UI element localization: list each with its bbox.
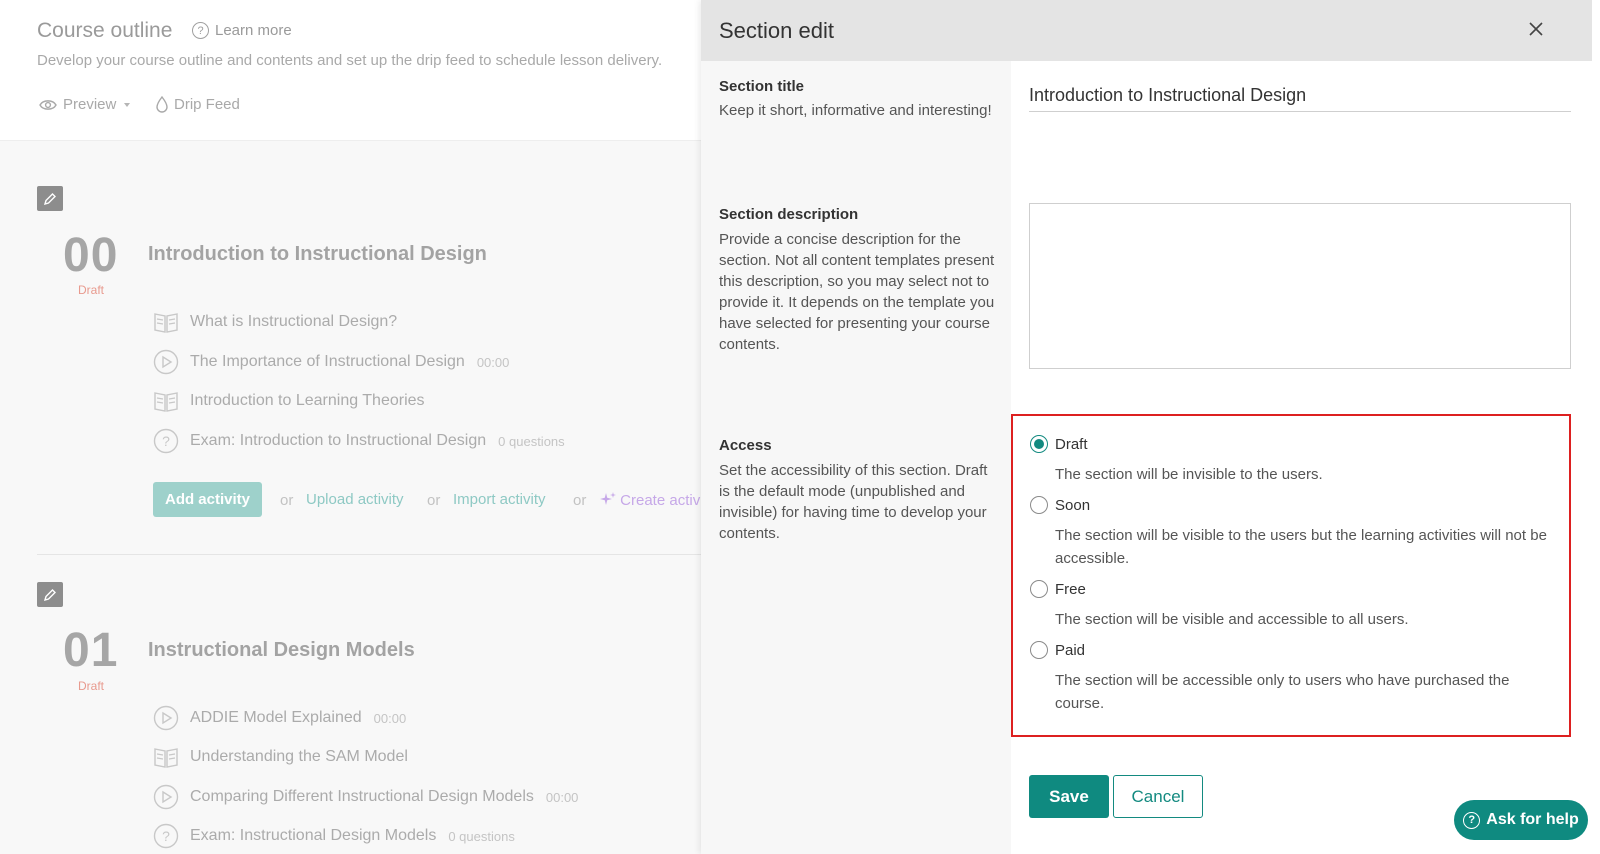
ask-for-help-button[interactable]: ? Ask for help: [1454, 800, 1588, 840]
book-icon: [152, 308, 180, 336]
activity-title: The Importance of Instructional Design: [190, 353, 465, 370]
panel-title: Section edit: [719, 18, 834, 43]
preview-label: Preview: [63, 96, 117, 113]
access-label: Access: [719, 437, 772, 454]
edit-section-icon[interactable]: [37, 186, 63, 211]
drip-feed-button[interactable]: Drip Feed: [156, 96, 240, 113]
close-icon: [1529, 22, 1543, 36]
radio-soon[interactable]: [1030, 496, 1048, 514]
upload-activity-link[interactable]: Upload activity: [306, 491, 404, 508]
activity-title: Understanding the SAM Model: [190, 748, 408, 765]
access-option-draft[interactable]: Draft: [1030, 435, 1088, 453]
activity-title: Introduction to Learning Theories: [190, 392, 425, 409]
question-icon: ?: [192, 22, 209, 39]
activity-title: Comparing Different Instructional Design…: [190, 788, 534, 805]
drip-feed-label: Drip Feed: [174, 96, 240, 113]
cancel-button[interactable]: Cancel: [1113, 775, 1203, 818]
section-title-label: Section title: [719, 78, 805, 95]
sparkle-icon: [600, 492, 616, 505]
question-icon: ?: [152, 822, 180, 850]
svg-text:?: ?: [162, 828, 170, 844]
section-status: Draft: [78, 679, 105, 693]
activity-item[interactable]: Understanding the SAM Model: [152, 743, 408, 771]
section-divider: [37, 554, 701, 555]
activity-item[interactable]: ? Exam: Introduction to Instructional De…: [152, 427, 565, 455]
panel-labels-column: [701, 61, 1011, 854]
or-separator: or: [280, 492, 294, 509]
access-option-free[interactable]: Free: [1030, 580, 1086, 598]
access-help: Set the accessibility of this section. D…: [719, 462, 988, 542]
book-icon: [152, 743, 180, 771]
access-option-soon[interactable]: Soon: [1030, 496, 1090, 514]
section-number: 01: [63, 624, 119, 677]
page-title: Course outline: [37, 19, 173, 42]
section-number: 00: [63, 229, 119, 282]
add-activity-button[interactable]: Add activity: [153, 482, 262, 517]
help-icon: ?: [1463, 811, 1481, 829]
ask-for-help-label: Ask for help: [1486, 811, 1579, 828]
save-button[interactable]: Save: [1029, 775, 1109, 818]
access-option-desc: The section will be visible to the users…: [1055, 527, 1547, 567]
radio-free[interactable]: [1030, 580, 1048, 598]
page-subtitle: Develop your course outline and contents…: [37, 52, 663, 69]
scrollbar[interactable]: [1592, 0, 1600, 854]
activity-item[interactable]: What is Instructional Design?: [152, 308, 397, 336]
question-icon: ?: [152, 427, 180, 455]
access-option-label: Draft: [1055, 435, 1088, 453]
radio-draft[interactable]: [1030, 435, 1048, 453]
section-description-input[interactable]: [1029, 203, 1571, 369]
access-option-desc: The section will be invisible to the use…: [1055, 466, 1323, 483]
create-activity-label: Create activi: [620, 492, 704, 509]
access-option-desc: The section will be accessible only to u…: [1055, 672, 1510, 712]
play-icon: [152, 783, 180, 811]
preview-button[interactable]: Preview: [39, 96, 132, 113]
activity-item[interactable]: Introduction to Learning Theories: [152, 387, 425, 415]
activity-title: What is Instructional Design?: [190, 313, 398, 330]
section-title[interactable]: Instructional Design Models: [148, 639, 415, 662]
activity-duration: 00:00: [373, 710, 407, 726]
access-options-group: Draft The section will be invisible to t…: [1011, 414, 1571, 737]
access-option-label: Soon: [1055, 496, 1091, 514]
activity-title: ADDIE Model Explained: [190, 709, 362, 726]
section-title-input[interactable]: [1029, 80, 1571, 112]
activity-item[interactable]: Comparing Different Instructional Design…: [152, 783, 578, 811]
book-icon: [152, 387, 180, 415]
access-option-desc: The section will be visible and accessib…: [1055, 611, 1409, 628]
section-edit-panel: Section edit Section title Keep it short…: [701, 0, 1600, 854]
activity-title: Exam: Instructional Design Models: [190, 827, 437, 844]
activity-item[interactable]: ADDIE Model Explained 00:00: [152, 704, 406, 732]
access-option-label: Paid: [1055, 641, 1086, 659]
section-description-help: Provide a concise description for the se…: [719, 231, 995, 353]
svg-text:?: ?: [162, 433, 170, 449]
create-activity-link[interactable]: Create activi: [600, 491, 704, 509]
activity-item[interactable]: The Importance of Instructional Design 0…: [152, 348, 509, 376]
activity-duration: 00:00: [476, 354, 510, 370]
drop-icon: [156, 96, 168, 113]
or-separator: or: [427, 492, 441, 509]
section-status: Draft: [78, 283, 105, 297]
caret-down-icon: [124, 102, 131, 107]
play-icon: [152, 348, 180, 376]
play-icon: [152, 704, 180, 732]
activity-title: Exam: Introduction to Instructional Desi…: [190, 432, 487, 449]
learn-more-link[interactable]: ? Learn more: [192, 22, 292, 39]
edit-section-icon[interactable]: [37, 582, 63, 607]
import-activity-link[interactable]: Import activity: [453, 491, 546, 508]
access-option-label: Free: [1055, 580, 1086, 598]
activity-item[interactable]: ? Exam: Instructional Design Models 0 qu…: [152, 822, 515, 850]
radio-paid[interactable]: [1030, 641, 1048, 659]
section-title[interactable]: Introduction to Instructional Design: [148, 243, 487, 266]
eye-icon: [39, 99, 57, 110]
learn-more-label: Learn more: [215, 22, 292, 39]
or-separator: or: [573, 492, 587, 509]
activity-question-count: 0 questions: [498, 433, 565, 449]
panel-header: Section edit: [701, 0, 1600, 61]
activity-question-count: 0 questions: [448, 828, 515, 844]
access-option-paid[interactable]: Paid: [1030, 641, 1085, 659]
close-button[interactable]: [1522, 15, 1550, 43]
activity-duration: 00:00: [545, 789, 579, 805]
section-title-help: Keep it short, informative and interesti…: [719, 102, 992, 119]
section-description-label: Section description: [719, 206, 859, 223]
